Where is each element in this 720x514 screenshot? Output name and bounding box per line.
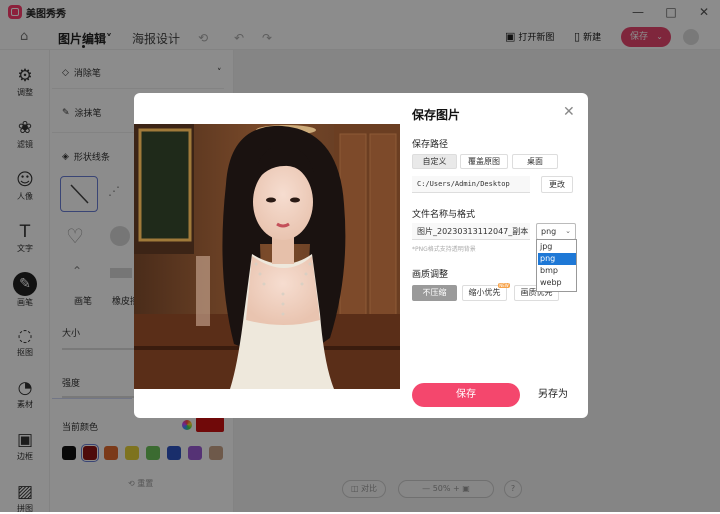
save-image-dialog: 保存图片 ✕ 保存路径 自定义 覆盖原图 桌面 C:/Users/Admin/D…: [134, 93, 588, 418]
dialog-title: 保存图片: [412, 108, 461, 122]
format-option-webp[interactable]: webp: [538, 277, 576, 289]
quality-section-label: 画质调整: [412, 270, 449, 280]
save-path-field[interactable]: C:/Users/Admin/Desktop: [412, 176, 530, 193]
format-dropdown: jpg png bmp webp: [536, 239, 577, 292]
format-option-jpg[interactable]: jpg: [538, 241, 576, 253]
path-option-overwrite[interactable]: 覆盖原图: [460, 154, 508, 169]
format-value: png: [541, 227, 557, 236]
format-option-png[interactable]: png: [538, 253, 576, 265]
chevron-down-icon: ⌄: [565, 227, 571, 235]
path-option-custom[interactable]: 自定义: [412, 154, 457, 169]
path-option-desktop[interactable]: 桌面: [512, 154, 558, 169]
preview-image: [134, 124, 400, 389]
format-option-bmp[interactable]: bmp: [538, 265, 576, 277]
save-as-button[interactable]: 另存为: [531, 383, 575, 407]
new-badge: NEW: [498, 283, 510, 288]
filename-field[interactable]: 图片_20230313112047_副本: [412, 223, 530, 240]
quality-option-no-compress[interactable]: 不压缩: [412, 285, 457, 301]
name-section-label: 文件名称与格式: [412, 210, 476, 220]
format-select[interactable]: png ⌄: [536, 223, 576, 240]
dialog-save-button[interactable]: 保存: [412, 383, 520, 407]
png-hint: *PNG格式支持透明背景: [412, 246, 476, 253]
change-path-button[interactable]: 更改: [541, 176, 573, 193]
close-icon[interactable]: ✕: [563, 104, 575, 120]
path-section-label: 保存路径: [412, 140, 449, 150]
